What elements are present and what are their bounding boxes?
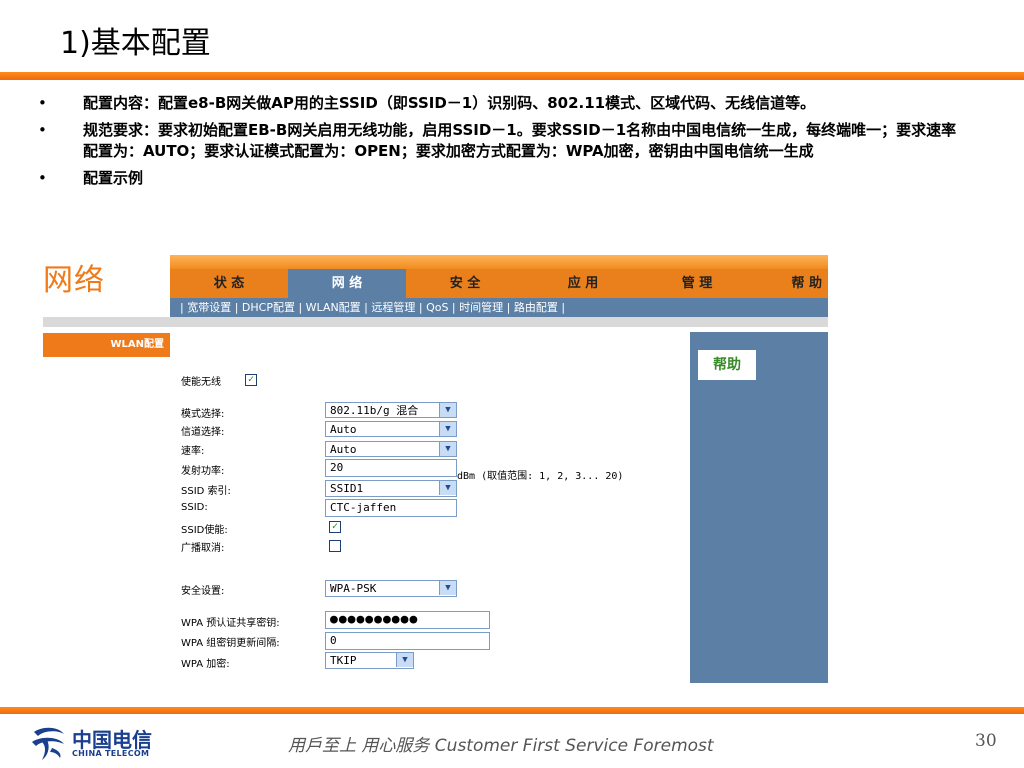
header-strip: [170, 255, 828, 269]
psk-label: WPA 预认证共享密钥:: [181, 618, 280, 629]
mode-select[interactable]: 802.11b/g 混合 ▼: [325, 402, 457, 418]
encryption-select-value: TKIP: [330, 654, 357, 667]
bullet-dot: •: [38, 169, 47, 187]
rekey-label: WPA 组密钥更新间隔:: [181, 638, 280, 649]
power-input[interactable]: 20: [325, 459, 457, 477]
mode-label: 模式选择:: [181, 409, 225, 420]
ssid-index-select[interactable]: SSID1 ▼: [325, 480, 457, 497]
channel-select-value: Auto: [330, 423, 357, 436]
nav-application[interactable]: 应 用: [524, 269, 642, 298]
help-panel: 帮助: [690, 332, 828, 683]
china-telecom-logo: 中国电信 CHINA TELECOM: [28, 724, 178, 762]
encryption-select[interactable]: TKIP ▼: [325, 652, 414, 669]
chevron-down-icon: ▼: [439, 403, 456, 417]
bullet-item: • 规范要求：要求初始配置EB-B网关启用无线功能，启用SSID－1。要求SSI…: [38, 120, 958, 162]
chevron-down-icon: ▼: [439, 481, 456, 495]
gray-separator: [43, 317, 828, 327]
encryption-label: WPA 加密:: [181, 659, 230, 670]
security-label: 安全设置:: [181, 586, 225, 597]
broadcast-cancel-checkbox[interactable]: [329, 540, 341, 552]
chevron-down-icon: ▼: [439, 442, 456, 456]
bullet-item: • 配置示例: [38, 168, 958, 189]
bullet-list: • 配置内容：配置e8-B网关做AP用的主SSID（即SSID－1）识别码、80…: [38, 93, 958, 195]
security-select[interactable]: WPA-PSK ▼: [325, 580, 457, 597]
bullet-item: • 配置内容：配置e8-B网关做AP用的主SSID（即SSID－1）识别码、80…: [38, 93, 958, 114]
footer-slogan: 用戶至上 用心服务 Customer First Service Foremos…: [288, 736, 714, 756]
brand-english: CHINA TELECOM: [72, 749, 150, 758]
sub-nav-links[interactable]: | 宽带设置 | DHCP配置 | WLAN配置 | 远程管理 | QoS | …: [180, 298, 565, 317]
bullet-text: 配置示例: [83, 169, 144, 187]
rate-select[interactable]: Auto ▼: [325, 441, 457, 457]
ssid-index-select-value: SSID1: [330, 482, 364, 495]
ssid-enable-label: SSID使能:: [181, 525, 228, 536]
nav-security[interactable]: 安 全: [406, 269, 524, 298]
nav-help[interactable]: 帮 助: [752, 269, 828, 298]
security-select-value: WPA-PSK: [330, 582, 377, 595]
enable-wireless-checkbox[interactable]: ✓: [245, 374, 257, 386]
ssid-index-label: SSID 索引:: [181, 486, 231, 497]
broadcast-cancel-label: 广播取消:: [181, 543, 225, 554]
ssid-input[interactable]: CTC-jaffen: [325, 499, 457, 517]
power-unit-note: dBm (取值范围: 1, 2, 3... 20): [457, 471, 624, 482]
chevron-down-icon: ▼: [439, 581, 456, 595]
bullet-dot: •: [38, 94, 47, 112]
page-number: 30: [975, 731, 997, 751]
ssid-label: SSID:: [181, 502, 208, 513]
bullet-text: 规范要求：要求初始配置EB-B网关启用无线功能，启用SSID－1。要求SSID－…: [83, 121, 957, 160]
channel-select[interactable]: Auto ▼: [325, 421, 457, 437]
main-nav: 状 态 网 络 安 全 应 用 管 理 帮 助: [170, 269, 828, 298]
rate-select-value: Auto: [330, 443, 357, 456]
bullet-dot: •: [38, 121, 47, 139]
help-title: 帮助: [698, 350, 756, 380]
ssid-enable-checkbox[interactable]: ✓: [329, 521, 341, 533]
channel-label: 信道选择:: [181, 427, 225, 438]
chevron-down-icon: ▼: [396, 653, 413, 667]
nav-status[interactable]: 状 态: [170, 269, 288, 298]
psk-input[interactable]: ●●●●●●●●●●: [325, 611, 490, 629]
router-logo-area: 网络: [43, 255, 170, 317]
rate-label: 速率:: [181, 446, 205, 457]
left-menu: WLAN配置: [43, 327, 170, 683]
top-divider-bar: [0, 72, 1024, 80]
enable-wireless-label: 使能无线: [181, 377, 221, 388]
slide-title: 1)基本配置: [60, 26, 211, 61]
bottom-divider-bar: [0, 707, 1024, 714]
router-logo: 网络: [43, 263, 105, 298]
nav-network[interactable]: 网 络: [288, 269, 406, 298]
rekey-input[interactable]: 0: [325, 632, 490, 650]
mode-select-value: 802.11b/g 混合: [330, 404, 419, 417]
left-menu-item-wlan[interactable]: WLAN配置: [43, 333, 170, 357]
china-telecom-emblem-icon: [32, 727, 64, 760]
bullet-text: 配置内容：配置e8-B网关做AP用的主SSID（即SSID－1）识别码、802.…: [83, 94, 816, 112]
chevron-down-icon: ▼: [439, 422, 456, 436]
power-label: 发射功率:: [181, 466, 225, 477]
sub-nav: | 宽带设置 | DHCP配置 | WLAN配置 | 远程管理 | QoS | …: [170, 298, 828, 317]
router-config-screenshot: 网络 状 态 网 络 安 全 应 用 管 理 帮 助 | 宽带设置 | DHCP…: [43, 255, 828, 683]
nav-management[interactable]: 管 理: [642, 269, 752, 298]
